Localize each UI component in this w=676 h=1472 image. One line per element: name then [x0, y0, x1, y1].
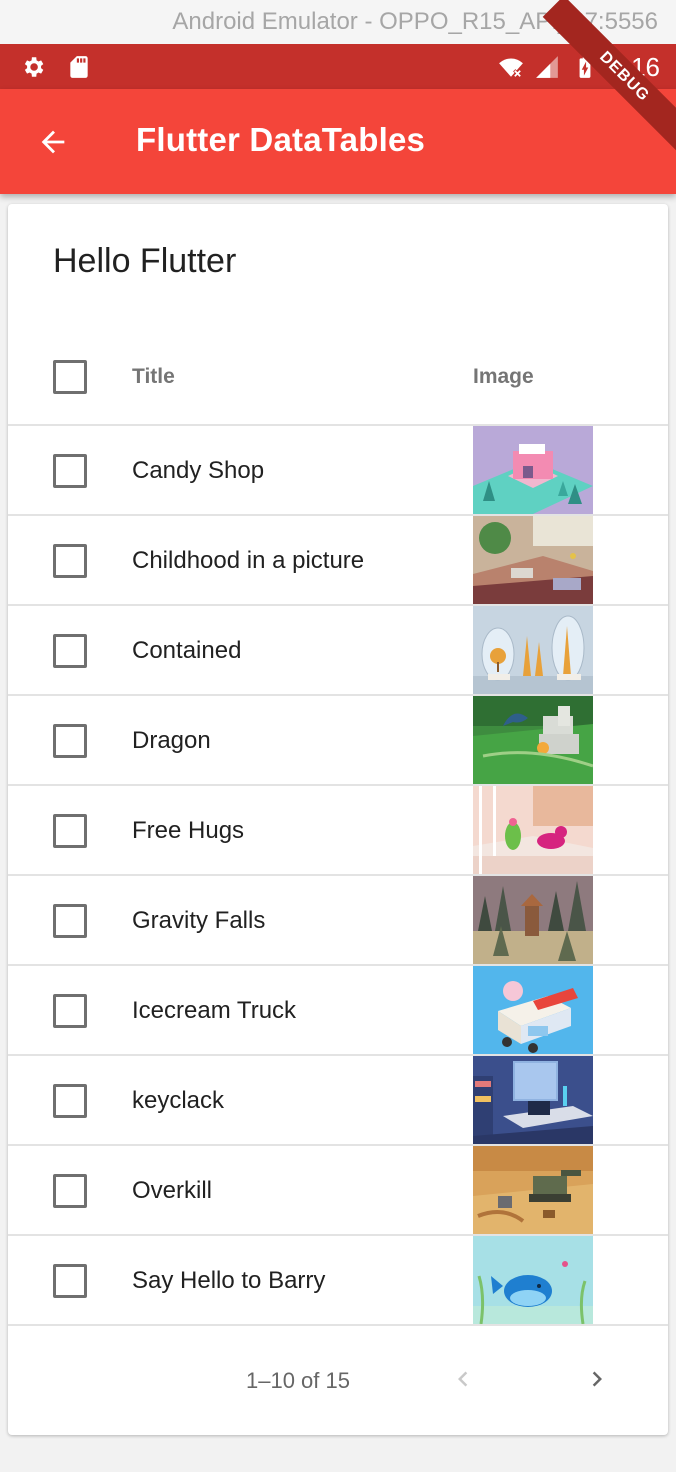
table-body: Candy Shop Childhood in a picture Contai…	[8, 426, 668, 1326]
table-row[interactable]: Childhood in a picture	[8, 516, 668, 606]
icecream-truck-thumbnail	[473, 966, 593, 1054]
row-title: Childhood in a picture	[132, 547, 365, 574]
overkill-thumbnail	[473, 1146, 593, 1234]
column-header-title[interactable]: Title	[132, 365, 175, 389]
next-page-icon[interactable]	[582, 1364, 612, 1394]
row-title: Dragon	[132, 727, 211, 754]
row-checkbox[interactable]	[53, 1264, 87, 1298]
table-row[interactable]: Dragon	[8, 696, 668, 786]
card-header: Hello Flutter	[53, 242, 237, 280]
table-pagination: 1–10 of 15	[8, 1328, 668, 1435]
row-title: Say Hello to Barry	[132, 1267, 326, 1294]
table-header-row: Title Image	[8, 329, 668, 426]
contained-thumbnail	[473, 606, 593, 694]
signal-icon	[536, 56, 558, 78]
row-title: Candy Shop	[132, 457, 265, 484]
table-row[interactable]: Free Hugs	[8, 786, 668, 876]
back-arrow-icon[interactable]	[36, 125, 70, 159]
row-title: Free Hugs	[132, 817, 245, 844]
row-checkbox[interactable]	[53, 1174, 87, 1208]
table-row[interactable]: Gravity Falls	[8, 876, 668, 966]
row-title: Icecream Truck	[132, 997, 297, 1024]
table-row[interactable]: Contained	[8, 606, 668, 696]
gravity-falls-thumbnail	[473, 876, 593, 964]
app-bar: Flutter DataTables	[0, 89, 676, 194]
settings-gear-icon	[24, 57, 44, 77]
pagination-range: 1–10 of 15	[246, 1368, 350, 1393]
row-checkbox[interactable]	[53, 454, 87, 488]
row-title: keyclack	[132, 1087, 225, 1114]
row-checkbox[interactable]	[53, 994, 87, 1028]
table-row[interactable]: Icecream Truck	[8, 966, 668, 1056]
table-row[interactable]: Candy Shop	[8, 426, 668, 516]
sd-card-icon	[70, 56, 88, 78]
status-bar: 4:16	[0, 44, 676, 89]
table-row[interactable]: Overkill	[8, 1146, 668, 1236]
row-title: Overkill	[132, 1177, 213, 1204]
column-header-image[interactable]: Image	[473, 365, 534, 389]
data-table-card: Hello Flutter Title Image Candy Shop Chi…	[8, 204, 668, 1435]
wifi-off-icon	[499, 58, 523, 78]
previous-page-icon[interactable]	[448, 1364, 478, 1394]
keyclack-thumbnail	[473, 1056, 593, 1144]
app-bar-title: Flutter DataTables	[136, 121, 426, 158]
candy-shop-thumbnail	[473, 426, 593, 514]
table-row[interactable]: Say Hello to Barry	[8, 1236, 668, 1326]
row-title: Contained	[132, 637, 242, 664]
row-checkbox[interactable]	[53, 724, 87, 758]
free-hugs-thumbnail	[473, 786, 593, 874]
row-title: Gravity Falls	[132, 907, 266, 934]
row-checkbox[interactable]	[53, 544, 87, 578]
row-checkbox[interactable]	[53, 1084, 87, 1118]
select-all-checkbox[interactable]	[53, 360, 87, 394]
dragon-thumbnail	[473, 696, 593, 784]
row-checkbox[interactable]	[53, 904, 87, 938]
row-checkbox[interactable]	[53, 814, 87, 848]
table-row[interactable]: keyclack	[8, 1056, 668, 1146]
barry-thumbnail	[473, 1236, 593, 1324]
childhood-thumbnail	[473, 516, 593, 604]
row-checkbox[interactable]	[53, 634, 87, 668]
